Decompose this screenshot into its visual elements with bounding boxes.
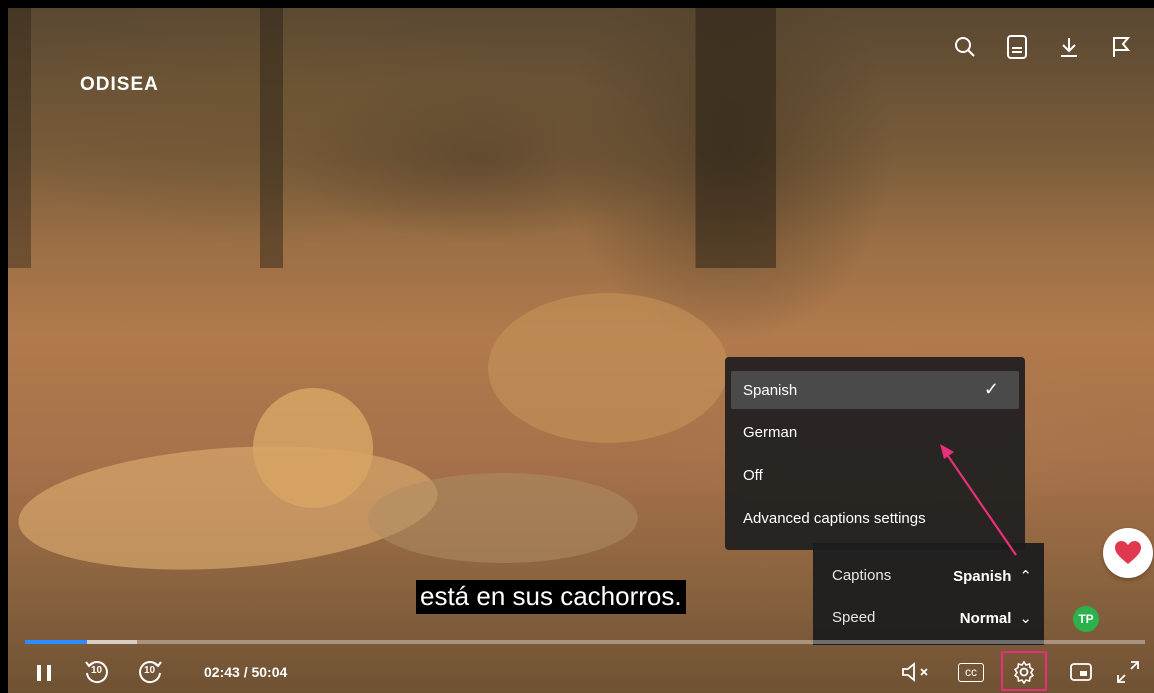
subtitle-text: está en sus cachorros. <box>416 580 686 614</box>
picture-in-picture-button[interactable] <box>1069 651 1093 693</box>
progress-played <box>25 640 87 644</box>
captions-button[interactable]: cc <box>958 651 984 693</box>
lion-shape <box>368 473 638 563</box>
cc-icon: cc <box>958 662 984 682</box>
chevron-up-icon: ⌃ <box>1019 568 1032 585</box>
transcript-icon[interactable] <box>1002 32 1032 62</box>
speed-value-text: Normal <box>959 610 1012 627</box>
captions-setting-value: Spanish ⌃ <box>953 567 1032 585</box>
captions-value-text: Spanish <box>953 568 1012 585</box>
channel-logo: ODISEA <box>80 74 159 95</box>
pip-icon <box>1070 663 1092 681</box>
search-icon[interactable] <box>950 32 980 62</box>
captions-setting-label: Captions <box>832 567 892 584</box>
settings-panel: Captions Spanish ⌃ Speed Normal ⌄ <box>813 543 1044 645</box>
captions-option-label: Advanced captions settings <box>743 509 926 527</box>
video-player: ODISEA está en sus cachorros. Spanish ✓ … <box>0 0 1154 693</box>
mute-button[interactable] <box>900 651 936 693</box>
speed-setting-value: Normal ⌄ <box>960 609 1032 627</box>
time-display: 02:43 / 50:04 <box>204 664 288 680</box>
captions-menu: Spanish ✓ German Off Advanced captions s… <box>725 357 1025 550</box>
captions-option-label: Off <box>743 466 763 484</box>
captions-option-off[interactable]: Off <box>731 456 1019 494</box>
captions-option-advanced[interactable]: Advanced captions settings <box>731 499 1019 537</box>
pause-icon <box>37 665 51 681</box>
progress-bar[interactable] <box>25 640 1145 644</box>
cc-label: cc <box>965 665 977 679</box>
rewind-10-button[interactable]: 10 <box>82 651 112 693</box>
expand-icon <box>1117 661 1139 683</box>
chevron-down-icon: ⌄ <box>1019 610 1032 627</box>
heart-icon <box>1115 541 1141 564</box>
download-icon[interactable] <box>1054 32 1084 62</box>
pause-button[interactable] <box>34 651 54 693</box>
control-bar: 10 10 02:43 / 50:04 cc <box>0 651 1154 693</box>
lion-shape <box>488 293 728 443</box>
settings-highlight-box <box>1001 651 1047 691</box>
flag-icon[interactable] <box>1106 32 1136 62</box>
top-toolbar <box>950 32 1136 62</box>
avatar[interactable]: TP <box>1073 606 1099 632</box>
captions-option-spanish[interactable]: Spanish ✓ <box>731 371 1019 409</box>
captions-option-label: Spanish <box>743 381 798 399</box>
forward-10-button[interactable]: 10 <box>135 651 165 693</box>
forward-label: 10 <box>144 665 156 676</box>
captions-option-label: German <box>743 423 798 441</box>
lion-shape <box>253 388 373 508</box>
captions-option-german[interactable]: German <box>731 413 1019 451</box>
speed-setting-label: Speed <box>832 609 876 626</box>
rewind-label: 10 <box>91 665 103 676</box>
volume-muted-icon <box>902 662 928 682</box>
fullscreen-button[interactable] <box>1115 651 1141 693</box>
favorite-button[interactable] <box>1103 528 1153 578</box>
check-icon: ✓ <box>983 379 999 399</box>
